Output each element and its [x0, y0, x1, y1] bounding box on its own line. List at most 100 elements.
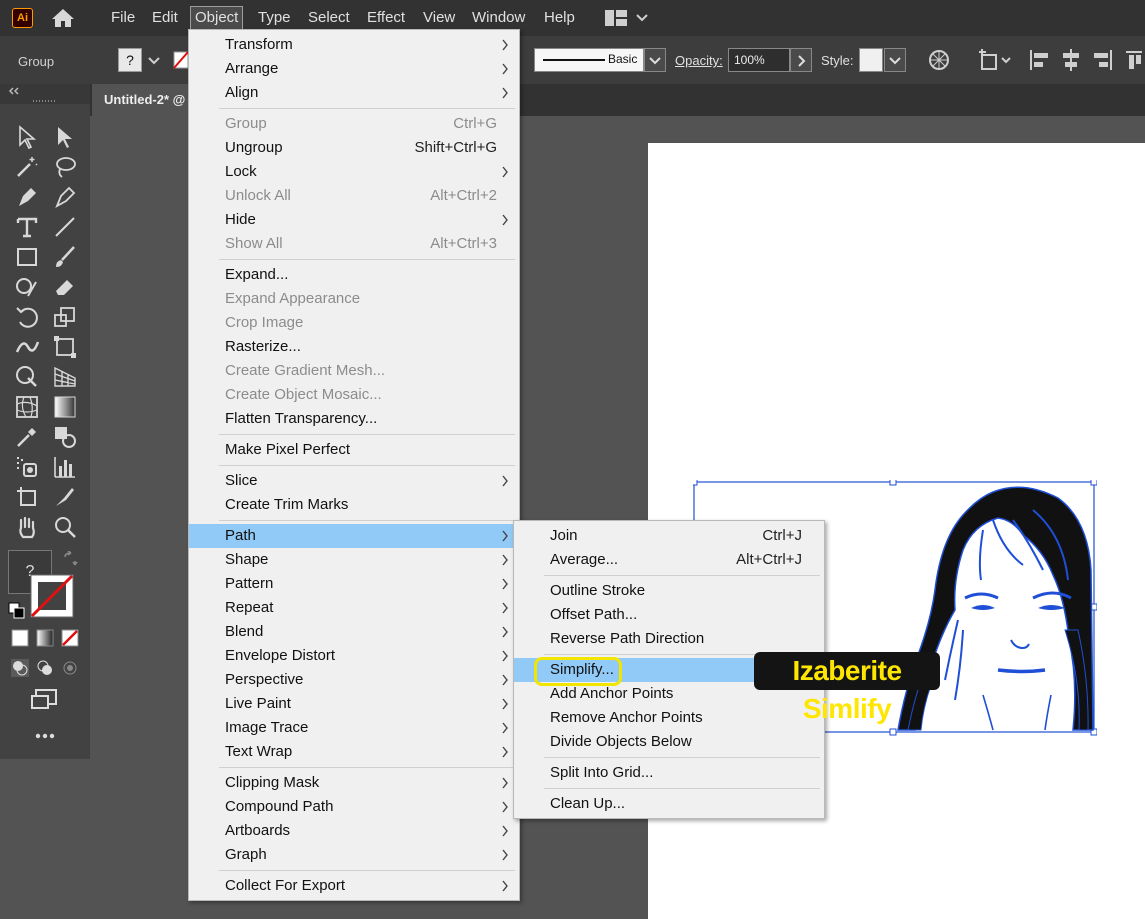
menu-type[interactable]: Type	[254, 6, 295, 30]
none-mode-icon[interactable]	[60, 628, 80, 648]
menu-item-live-paint[interactable]: Live Paint	[189, 692, 519, 716]
menu-item-offset-path[interactable]: Offset Path...	[514, 603, 824, 627]
align-right-icon[interactable]	[1092, 48, 1114, 72]
transform-icon[interactable]	[978, 49, 1012, 71]
paintbrush-tool-icon[interactable]	[52, 244, 78, 270]
line-segment-tool-icon[interactable]	[52, 214, 78, 240]
mesh-tool-icon[interactable]	[14, 394, 40, 420]
menu-item-join[interactable]: Join Ctrl+J	[514, 524, 824, 548]
menu-object[interactable]: Object	[190, 6, 244, 30]
menu-item-divide-objects-below[interactable]: Divide Objects Below	[514, 730, 824, 754]
grip-icon[interactable]	[32, 99, 58, 103]
stroke-color-swatch[interactable]	[30, 574, 74, 618]
home-icon[interactable]	[50, 7, 76, 29]
zoom-tool-icon[interactable]	[52, 514, 78, 540]
type-tool-icon[interactable]	[14, 214, 40, 240]
draw-normal-icon[interactable]	[10, 658, 30, 678]
menu-item-repeat[interactable]: Repeat	[189, 596, 519, 620]
menu-item-graph[interactable]: Graph	[189, 843, 519, 867]
menu-item-make-pixel-perfect[interactable]: Make Pixel Perfect	[189, 438, 519, 462]
workspace-switcher-icon[interactable]	[605, 10, 627, 26]
menu-item-crop-image[interactable]: Crop Image	[189, 311, 519, 335]
slice-tool-icon[interactable]	[52, 484, 78, 510]
menu-item-lock[interactable]: Lock	[189, 160, 519, 184]
shape-builder-tool-icon[interactable]	[14, 364, 40, 390]
menu-item-transform[interactable]: Transform	[189, 33, 519, 57]
menu-effect[interactable]: Effect	[363, 6, 409, 30]
color-mode-icon[interactable]	[10, 628, 30, 648]
artboard-tool-icon[interactable]	[14, 484, 40, 510]
menu-item-hide[interactable]: Hide	[189, 208, 519, 232]
menu-item-expand[interactable]: Expand...	[189, 263, 519, 287]
gradient-mode-icon[interactable]	[35, 628, 55, 648]
menu-item-outline-stroke[interactable]: Outline Stroke	[514, 579, 824, 603]
shaper-tool-icon[interactable]	[14, 274, 40, 300]
document-tab[interactable]: Untitled-2* @	[92, 84, 190, 116]
menu-item-clean-up[interactable]: Clean Up...	[514, 792, 824, 816]
fill-swatch[interactable]: ?	[118, 48, 142, 72]
gradient-tool-icon[interactable]	[52, 394, 78, 420]
menu-item-reverse-path-direction[interactable]: Reverse Path Direction	[514, 627, 824, 651]
menu-item-artboards[interactable]: Artboards	[189, 819, 519, 843]
graphic-style-swatch[interactable]	[859, 48, 883, 72]
draw-behind-icon[interactable]	[35, 658, 55, 678]
menu-window[interactable]: Window	[468, 6, 529, 30]
free-transform-tool-icon[interactable]	[52, 334, 78, 360]
menu-item-split-into-grid[interactable]: Split Into Grid...	[514, 761, 824, 785]
menu-item-rasterize[interactable]: Rasterize...	[189, 335, 519, 359]
opacity-expand-button[interactable]	[790, 48, 812, 72]
chevron-down-icon[interactable]	[636, 13, 648, 23]
menu-item-slice[interactable]: Slice	[189, 469, 519, 493]
screen-mode-icon[interactable]	[30, 688, 60, 712]
pen-tool-icon[interactable]	[14, 184, 40, 210]
menu-item-shape[interactable]: Shape	[189, 548, 519, 572]
opacity-input[interactable]: 100%	[728, 48, 790, 72]
scale-tool-icon[interactable]	[52, 304, 78, 330]
lasso-tool-icon[interactable]	[52, 154, 78, 180]
menu-item-pattern[interactable]: Pattern	[189, 572, 519, 596]
menu-item-text-wrap[interactable]: Text Wrap	[189, 740, 519, 764]
more-tools-icon[interactable]	[34, 732, 56, 740]
hand-tool-icon[interactable]	[14, 514, 40, 540]
menu-item-clipping-mask[interactable]: Clipping Mask	[189, 771, 519, 795]
menu-item-expand-appearance[interactable]: Expand Appearance	[189, 287, 519, 311]
rotate-tool-icon[interactable]	[14, 304, 40, 330]
menu-item-create-object-mosaic[interactable]: Create Object Mosaic...	[189, 383, 519, 407]
perspective-grid-tool-icon[interactable]	[52, 364, 78, 390]
menu-select[interactable]: Select	[304, 6, 354, 30]
stroke-profile-dropdown[interactable]	[644, 48, 666, 72]
collapse-panel-icon[interactable]	[8, 87, 20, 95]
menu-item-envelope-distort[interactable]: Envelope Distort	[189, 644, 519, 668]
chevron-down-icon[interactable]	[148, 56, 160, 66]
menu-item-image-trace[interactable]: Image Trace	[189, 716, 519, 740]
menu-item-show-all[interactable]: Show All Alt+Ctrl+3	[189, 232, 519, 256]
draw-inside-icon[interactable]	[60, 658, 80, 678]
tools-panel-header[interactable]	[0, 84, 90, 104]
column-graph-tool-icon[interactable]	[52, 454, 78, 480]
blend-tool-icon[interactable]	[52, 424, 78, 450]
rectangle-tool-icon[interactable]	[14, 244, 40, 270]
graphic-style-dropdown[interactable]	[884, 48, 906, 72]
menu-item-create-gradient-mesh[interactable]: Create Gradient Mesh...	[189, 359, 519, 383]
stroke-swatch[interactable]	[172, 48, 188, 72]
menu-item-arrange[interactable]: Arrange	[189, 57, 519, 81]
recolor-artwork-icon[interactable]	[928, 49, 950, 71]
menu-file[interactable]: File	[107, 6, 139, 30]
curvature-tool-icon[interactable]	[52, 184, 78, 210]
align-left-icon[interactable]	[1028, 48, 1050, 72]
menu-view[interactable]: View	[419, 6, 459, 30]
menu-edit[interactable]: Edit	[148, 6, 182, 30]
menu-item-path[interactable]: Path	[189, 524, 519, 548]
menu-help[interactable]: Help	[540, 6, 579, 30]
symbol-sprayer-tool-icon[interactable]	[14, 454, 40, 480]
width-tool-icon[interactable]	[14, 334, 40, 360]
opacity-label[interactable]: Opacity:	[675, 53, 723, 68]
menu-item-unlock-all[interactable]: Unlock All Alt+Ctrl+2	[189, 184, 519, 208]
menu-item-group[interactable]: Group Ctrl+G	[189, 112, 519, 136]
stroke-profile-select[interactable]: Basic	[534, 48, 644, 72]
menu-item-remove-anchor-points[interactable]: Remove Anchor Points	[514, 706, 824, 730]
menu-item-compound-path[interactable]: Compound Path	[189, 795, 519, 819]
magic-wand-tool-icon[interactable]	[14, 154, 40, 180]
menu-item-perspective[interactable]: Perspective	[189, 668, 519, 692]
align-top-icon[interactable]	[1126, 48, 1142, 72]
